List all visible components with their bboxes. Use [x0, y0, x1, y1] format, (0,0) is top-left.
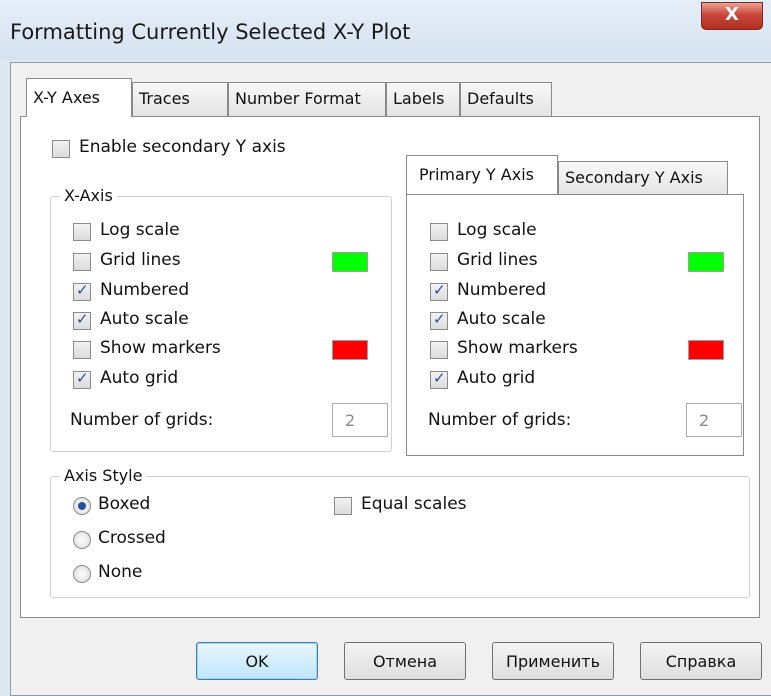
- x-show-markers-label: Show markers: [100, 338, 221, 358]
- x-number-of-grids-field[interactable]: 2: [332, 403, 388, 437]
- x-axis-legend: X-Axis: [60, 186, 117, 205]
- x-auto-scale-checkbox[interactable]: [73, 310, 91, 330]
- x-auto-scale-label: Auto scale: [100, 309, 189, 329]
- x-grid-lines-checkbox[interactable]: [73, 253, 91, 271]
- y-auto-grid-label: Auto grid: [457, 368, 536, 388]
- title-bar[interactable]: Formatting Currently Selected X-Y Plot X: [0, 0, 771, 60]
- x-show-markers-checkbox[interactable]: [73, 341, 91, 359]
- y-numbered-label: Numbered: [457, 280, 547, 300]
- y-marker-color-swatch[interactable]: [688, 340, 724, 360]
- x-grid-lines-label: Grid lines: [100, 250, 181, 270]
- enable-secondary-y-label: Enable secondary Y axis: [79, 137, 286, 157]
- tab-traces[interactable]: Traces: [132, 82, 228, 116]
- y-grid-lines-label: Grid lines: [457, 250, 538, 270]
- y-auto-scale-checkbox[interactable]: [430, 310, 448, 330]
- y-auto-grid-checkbox[interactable]: [430, 369, 448, 389]
- dialog-window: Formatting Currently Selected X-Y Plot X…: [0, 0, 771, 696]
- tab-secondary-y-axis[interactable]: Secondary Y Axis: [558, 161, 728, 195]
- enable-secondary-y-checkbox[interactable]: [52, 140, 70, 158]
- none-radio[interactable]: [73, 565, 91, 583]
- y-grid-lines-checkbox[interactable]: [430, 253, 448, 271]
- x-marker-color-swatch[interactable]: [332, 340, 368, 360]
- x-grid-color-swatch[interactable]: [332, 252, 368, 272]
- y-number-of-grids-field[interactable]: 2: [686, 403, 742, 437]
- help-button[interactable]: Справка: [640, 642, 762, 680]
- tab-primary-y-axis[interactable]: Primary Y Axis: [406, 155, 558, 194]
- y-log-scale-label: Log scale: [457, 220, 537, 240]
- y-show-markers-label: Show markers: [457, 338, 578, 358]
- crossed-label: Crossed: [98, 528, 166, 548]
- y-log-scale-checkbox[interactable]: [430, 223, 448, 241]
- close-icon: X: [725, 4, 739, 25]
- x-numbered-label: Numbered: [100, 280, 190, 300]
- tab-labels[interactable]: Labels: [386, 82, 460, 116]
- x-log-scale-checkbox[interactable]: [73, 223, 91, 241]
- boxed-radio[interactable]: [73, 497, 91, 515]
- axis-style-legend: Axis Style: [60, 466, 147, 485]
- y-auto-scale-label: Auto scale: [457, 309, 546, 329]
- x-auto-grid-checkbox[interactable]: [73, 369, 91, 389]
- equal-scales-checkbox[interactable]: [334, 497, 352, 515]
- tab-defaults[interactable]: Defaults: [460, 82, 552, 116]
- x-number-of-grids-label: Number of grids:: [70, 410, 214, 430]
- equal-scales-label: Equal scales: [361, 494, 467, 514]
- ok-button[interactable]: OK: [196, 642, 318, 680]
- x-auto-grid-label: Auto grid: [100, 368, 179, 388]
- boxed-label: Boxed: [98, 494, 151, 514]
- cancel-button[interactable]: Отмена: [344, 642, 466, 680]
- window-title: Formatting Currently Selected X-Y Plot: [10, 20, 411, 44]
- y-grid-color-swatch[interactable]: [688, 252, 724, 272]
- none-label: None: [98, 562, 143, 582]
- close-button[interactable]: X: [701, 2, 763, 30]
- apply-button[interactable]: Применить: [492, 642, 614, 680]
- y-number-of-grids-label: Number of grids:: [428, 410, 572, 430]
- x-numbered-checkbox[interactable]: [73, 281, 91, 301]
- x-log-scale-label: Log scale: [100, 220, 180, 240]
- tab-number-format[interactable]: Number Format: [228, 82, 386, 116]
- tab-xy-axes[interactable]: X-Y Axes: [26, 78, 132, 117]
- crossed-radio[interactable]: [73, 531, 91, 549]
- y-show-markers-checkbox[interactable]: [430, 341, 448, 359]
- y-numbered-checkbox[interactable]: [430, 281, 448, 301]
